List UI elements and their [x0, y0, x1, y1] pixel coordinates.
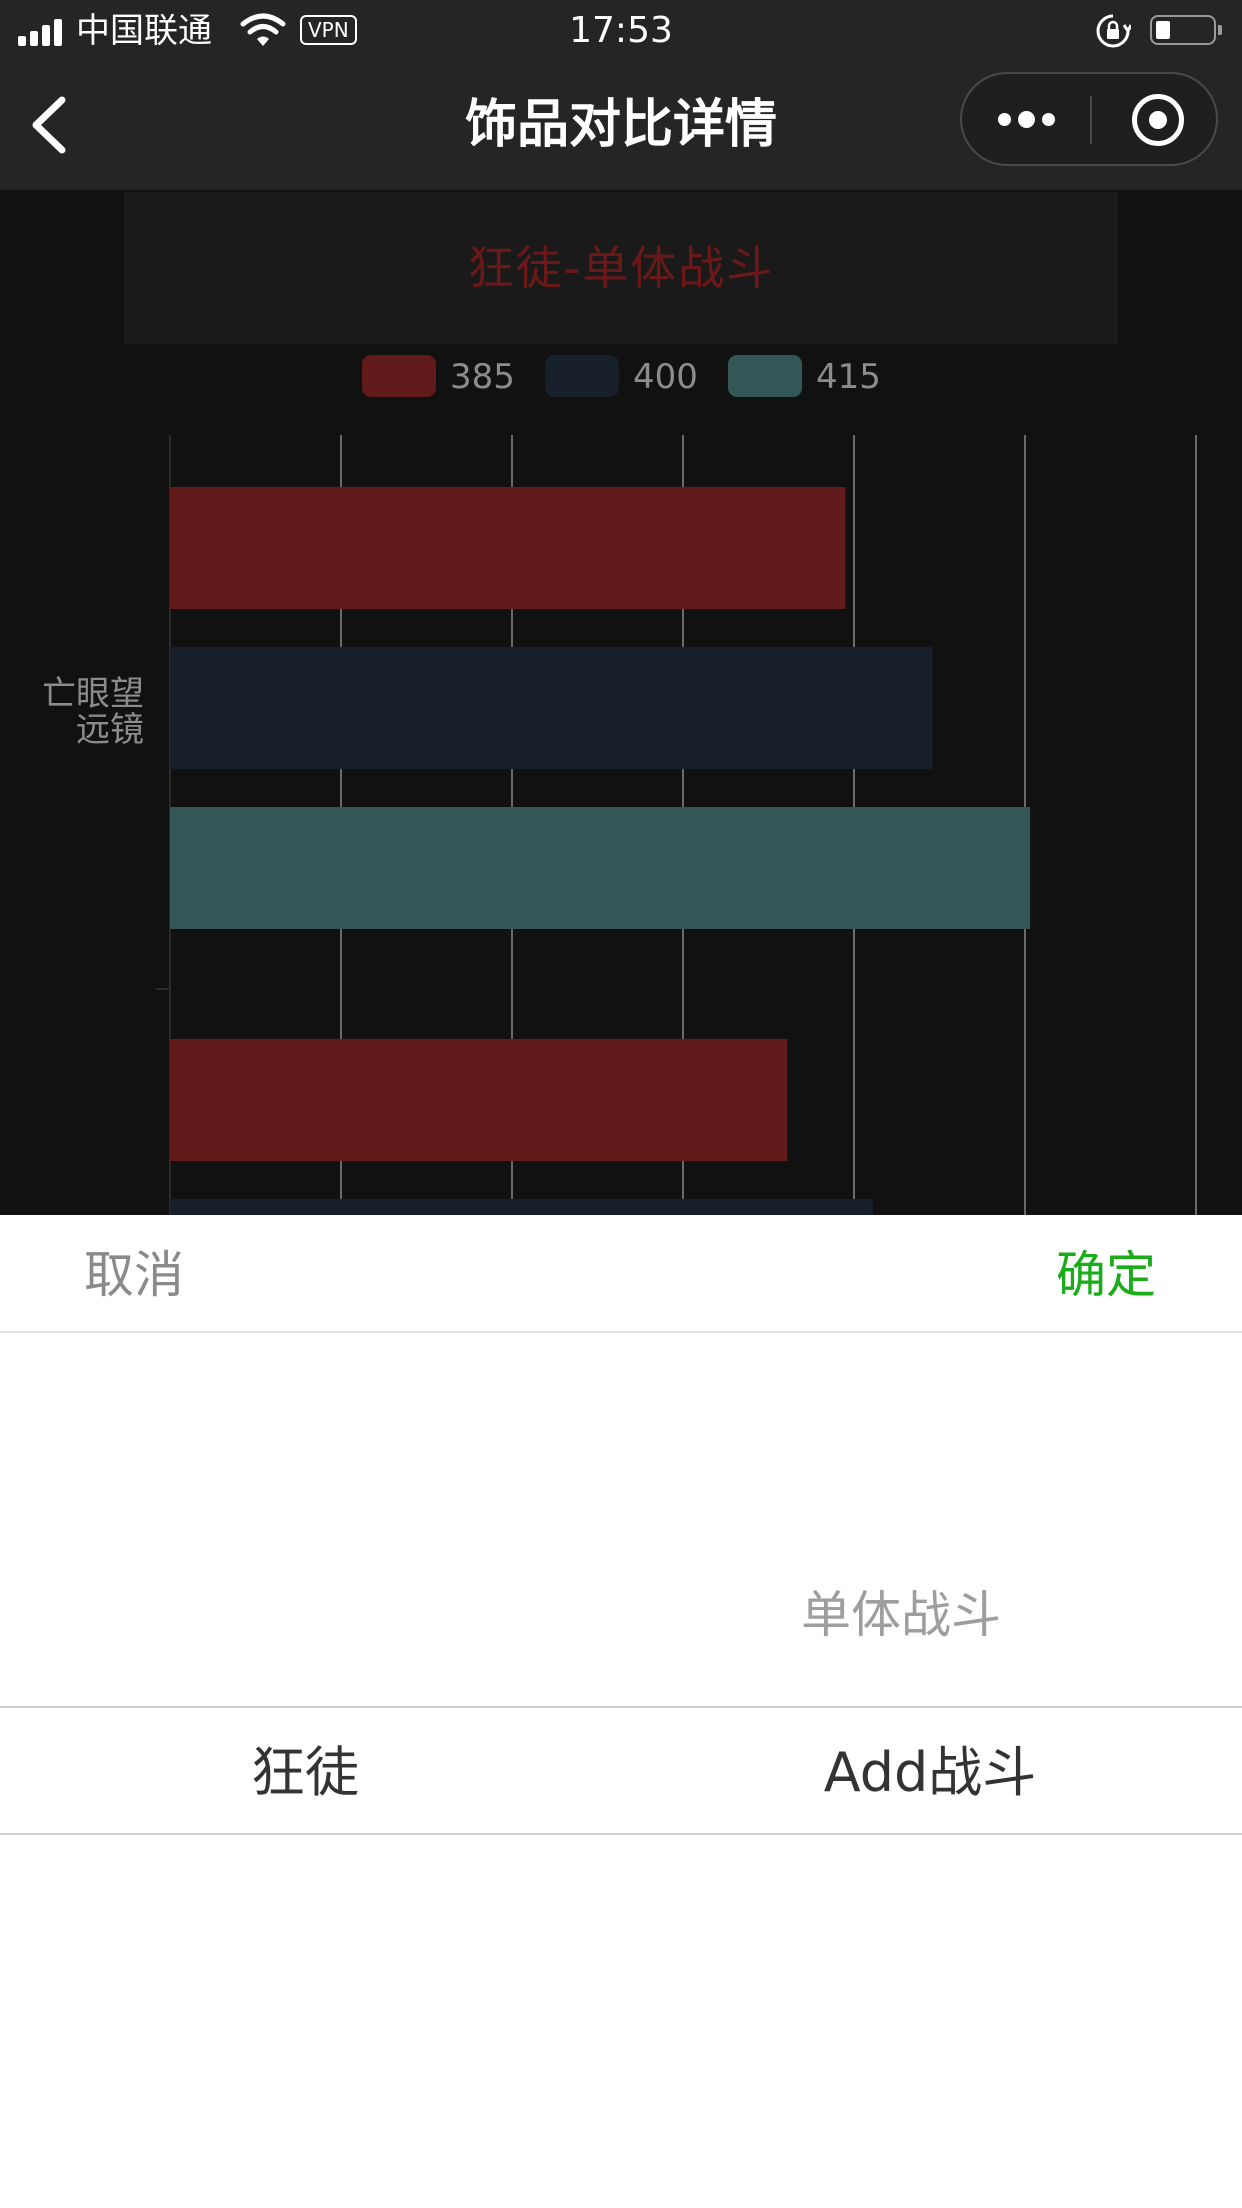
bar-400-cat2[interactable]	[170, 1199, 873, 1215]
picker-indicator-top	[0, 1706, 1242, 1708]
nav-bar: 饰品对比详情	[0, 62, 1242, 190]
bar-400-cat1[interactable]	[170, 647, 933, 769]
picker-option-selected-left[interactable]: 狂徒	[0, 1738, 610, 1808]
cancel-button[interactable]: 取消	[84, 1245, 184, 1305]
picker-header: 取消 确定	[0, 1215, 1242, 1333]
bar-chart: 狂徒-单体战斗 385 400 415 亡眼望 远镜	[0, 190, 1242, 1215]
screen: 中国联通 VPN 17:53 饰品对比详情 狂徒-单体战斗 385 400 41…	[0, 0, 1242, 2208]
picker-indicator-bottom	[0, 1833, 1242, 1835]
bar-385-cat1[interactable]	[170, 487, 846, 609]
clock: 17:53	[569, 10, 673, 51]
battery-icon	[1150, 15, 1222, 45]
target-close-icon[interactable]	[1132, 94, 1184, 146]
bar-415-cat1[interactable]	[170, 807, 1031, 929]
capsule-divider	[1090, 96, 1092, 144]
confirm-button[interactable]: 确定	[1056, 1245, 1156, 1305]
rotation-lock-icon	[1096, 14, 1131, 48]
picker-option-above[interactable]: 单体战斗	[621, 1580, 1181, 1650]
status-bar: 中国联通 VPN 17:53	[0, 0, 1242, 62]
menu-capsule	[960, 72, 1218, 166]
y-axis-label-1: 亡眼望 远镜	[42, 674, 144, 750]
picker-sheet: 取消 确定 单体战斗 狂徒 Add战斗	[0, 1215, 1242, 2208]
bar-385-cat2[interactable]	[170, 1039, 788, 1161]
picker-option-selected-right[interactable]: Add战斗	[650, 1738, 1210, 1808]
more-dots-icon[interactable]	[998, 104, 1058, 134]
chart-plot	[156, 435, 1197, 1215]
